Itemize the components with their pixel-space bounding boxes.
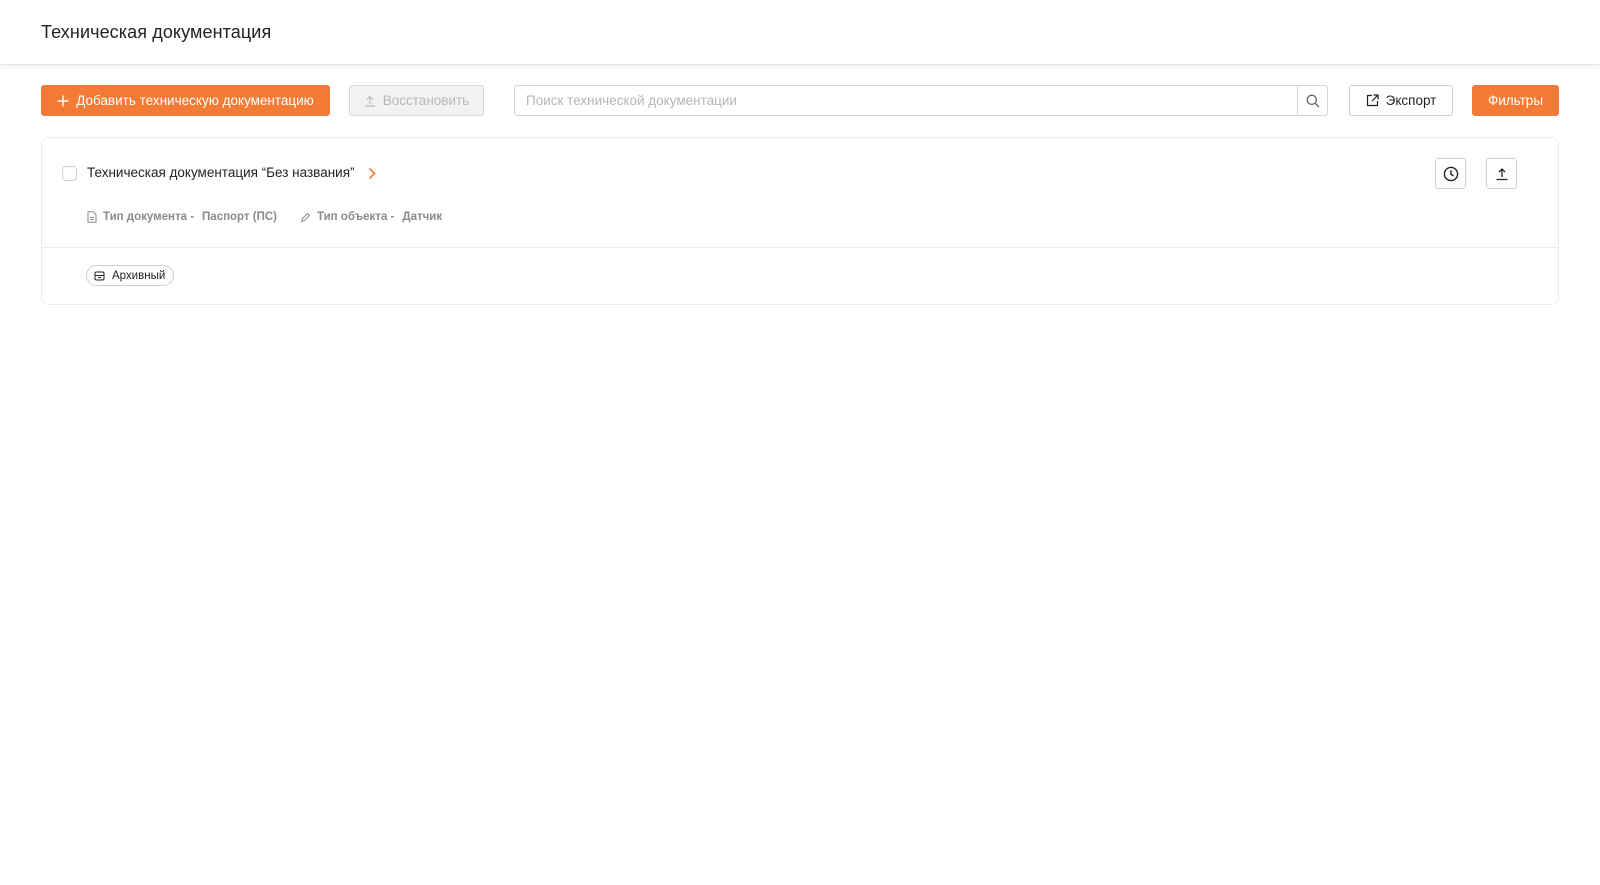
plus-icon xyxy=(57,95,69,107)
chevron-right-icon[interactable] xyxy=(365,165,379,181)
card-divider xyxy=(42,247,1558,248)
toolbar: Добавить техническую документацию Восста… xyxy=(0,85,1600,117)
object-type-value: Датчик xyxy=(402,211,443,223)
restore-button[interactable]: Восстановить xyxy=(349,85,484,116)
document-checkbox[interactable] xyxy=(62,166,77,181)
restore-label: Восстановить xyxy=(382,93,470,108)
page-header: Техническая документация xyxy=(0,0,1600,65)
status-badge: Архивный xyxy=(86,265,175,286)
search-icon xyxy=(1306,94,1320,108)
external-link-icon xyxy=(1366,94,1379,107)
archive-icon xyxy=(94,271,105,281)
filters-button[interactable]: Фильтры xyxy=(1472,85,1559,116)
export-label: Экспорт xyxy=(1385,93,1437,108)
upload-icon xyxy=(364,95,376,107)
status-label: Архивный xyxy=(112,269,166,282)
history-button[interactable] xyxy=(1435,158,1466,189)
clock-icon xyxy=(1443,166,1459,182)
document-title[interactable]: Техническая документация “Без названия” xyxy=(87,165,355,180)
pencil-icon xyxy=(300,212,311,223)
upload-icon xyxy=(1495,167,1509,181)
search-button[interactable] xyxy=(1297,86,1327,115)
document-card: Техническая документация “Без названия” … xyxy=(41,137,1559,305)
add-documentation-button[interactable]: Добавить техническую документацию xyxy=(41,85,330,116)
add-documentation-label: Добавить техническую документацию xyxy=(76,93,314,108)
document-type-value: Паспорт (ПС) xyxy=(202,211,277,223)
upload-button[interactable] xyxy=(1486,158,1517,189)
search-input[interactable] xyxy=(515,86,1297,115)
search-box xyxy=(514,85,1328,116)
filters-label: Фильтры xyxy=(1487,93,1544,108)
document-type-meta: Тип документа - Паспорт (ПС) xyxy=(87,211,277,223)
export-button[interactable]: Экспорт xyxy=(1349,85,1453,116)
document-type-label: Тип документа - xyxy=(103,211,195,223)
page-title: Техническая документация xyxy=(41,22,272,42)
object-type-label: Тип объекта - xyxy=(317,211,395,223)
document-icon xyxy=(87,211,97,223)
object-type-meta: Тип объекта - Датчик xyxy=(300,211,442,223)
